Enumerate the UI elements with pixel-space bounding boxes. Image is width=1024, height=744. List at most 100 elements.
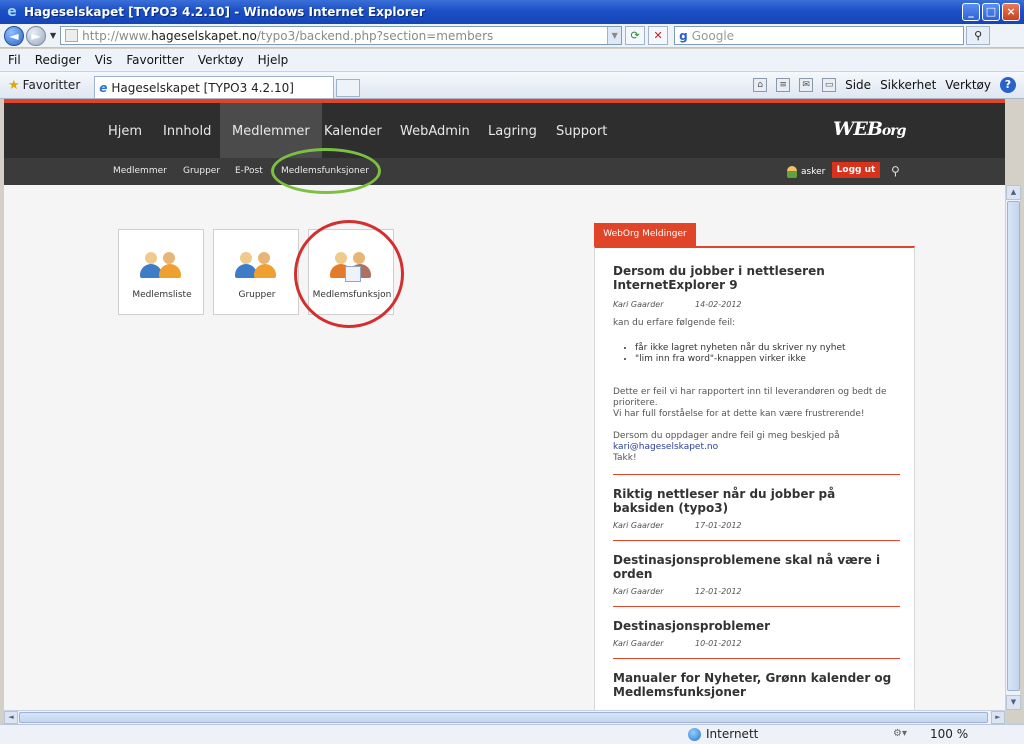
tile-grupper[interactable]: Grupper <box>213 229 299 315</box>
menu-bar: Fil Rediger Vis Favoritter Verktøy Hjelp <box>0 49 1024 71</box>
protected-mode-icon[interactable]: ⚙▾ <box>893 728 907 739</box>
message-para: Dette er feil vi har rapportert inn til … <box>613 387 887 408</box>
messages-panel: Dersom du jobber i nettleseren InternetE… <box>594 246 915 710</box>
minimize-button[interactable]: _ <box>962 3 980 21</box>
menu-view[interactable]: Vis <box>95 53 113 67</box>
nav-lagring[interactable]: Lagring <box>488 103 537 158</box>
mail-icon[interactable]: ✉ <box>799 78 814 92</box>
message-date: 17-01-2012 <box>695 521 742 530</box>
menu-edit[interactable]: Rediger <box>35 53 81 67</box>
command-bar: ⌂ ≡ ✉ ▭ Side Sikkerhet Verktøy ? <box>753 77 1024 93</box>
tile-medlemsliste[interactable]: Medlemsliste <box>118 229 204 315</box>
message-item: Destinasjonsproblemer Kari Gaarder 10-01-… <box>613 619 900 648</box>
scroll-left-icon[interactable]: ◄ <box>4 711 18 724</box>
nav-innhold[interactable]: Innhold <box>163 103 211 158</box>
message-title[interactable]: Manualer for Nyheter, Grønn kalender og … <box>613 671 900 699</box>
search-input[interactable]: g Google <box>674 26 965 45</box>
maximize-button[interactable]: □ <box>982 3 1000 21</box>
message-email-link[interactable]: kari@hageselskapet.no <box>613 442 900 453</box>
logo-we: WEB <box>833 118 883 140</box>
tile-label: Medlemsliste <box>132 290 192 300</box>
messages-tab[interactable]: WebOrg Meldinger <box>594 223 696 246</box>
tab-title: Hageselskapet [TYPO3 4.2.10] <box>111 80 294 95</box>
subnav-grupper[interactable]: Grupper <box>183 158 220 185</box>
favorites-star-icon[interactable]: ★ <box>8 78 20 93</box>
browser-tab[interactable]: e Hageselskapet [TYPO3 4.2.10] <box>94 76 335 98</box>
search-placeholder: Google <box>691 28 735 43</box>
safety-menu[interactable]: Sikkerhet <box>880 78 936 92</box>
message-item: Destinasjonsproblemene skal nå være i or… <box>613 553 900 596</box>
page-menu[interactable]: Side <box>845 78 871 92</box>
page-viewport: Hjem Innhold Medlemmer Kalender WebAdmin… <box>4 99 1005 710</box>
horizontal-scrollbar[interactable]: ◄ ► <box>4 710 1005 724</box>
tools-menu[interactable]: Verktøy <box>945 78 991 92</box>
message-title[interactable]: Dersom du jobber i nettleseren InternetE… <box>613 264 900 292</box>
logout-button[interactable]: Logg ut <box>832 162 880 178</box>
scroll-right-icon[interactable]: ► <box>991 711 1005 724</box>
home-icon[interactable]: ⌂ <box>753 78 768 92</box>
message-date: 12-01-2012 <box>695 587 742 596</box>
address-dropdown-icon[interactable]: ▼ <box>607 27 622 44</box>
scroll-up-icon[interactable]: ▲ <box>1006 185 1021 200</box>
tile-label: Grupper <box>238 290 276 300</box>
new-tab-button[interactable] <box>336 79 361 97</box>
url-path: /typo3/backend.php?section=members <box>256 28 494 43</box>
message-intro: kan du erfare følgende feil: <box>613 318 736 328</box>
address-toolbar: ◄ ► ▼ http://www. hageselskapet.no/typo3/… <box>0 24 1024 48</box>
message-thanks: Takk! <box>613 453 637 463</box>
highlight-circle-red <box>294 220 404 328</box>
message-item: Manualer for Nyheter, Grønn kalender og … <box>613 671 900 699</box>
menu-file[interactable]: Fil <box>8 53 21 67</box>
message-title[interactable]: Destinasjonsproblemer <box>613 619 900 633</box>
help-icon[interactable]: ? <box>1000 77 1016 93</box>
message-author: Kari Gaarder <box>613 300 664 309</box>
message-para: Dersom du oppdager andre feil gi meg bes… <box>613 431 840 441</box>
message-title[interactable]: Destinasjonsproblemene skal nå være i or… <box>613 553 900 581</box>
message-date: 14-02-2012 <box>695 300 742 309</box>
favorites-bar: ★ Favoritter e Hageselskapet [TYPO3 4.2.… <box>0 71 1024 99</box>
message-separator <box>613 658 900 659</box>
url-prefix: http://www. <box>82 28 152 43</box>
nav-webadmin[interactable]: WebAdmin <box>400 103 470 158</box>
globe-icon <box>688 727 701 741</box>
weborg-logo[interactable]: WEBorg <box>833 118 906 140</box>
highlight-circle-green <box>271 148 381 194</box>
message-title[interactable]: Riktig nettleser når du jobber på baksid… <box>613 487 900 515</box>
message-bullet: "lim inn fra word"-knappen virker ikke <box>635 354 900 365</box>
message-author: Kari Gaarder <box>613 521 664 530</box>
main-navigation: Hjem Innhold Medlemmer Kalender WebAdmin… <box>4 103 1005 158</box>
subnav-epost[interactable]: E-Post <box>235 158 263 185</box>
hscroll-thumb[interactable] <box>19 712 988 723</box>
user-icon <box>787 166 797 178</box>
address-input[interactable]: http://www. hageselskapet.no/typo3/backen… <box>60 26 623 45</box>
current-user: asker <box>787 166 825 178</box>
feeds-icon[interactable]: ≡ <box>776 78 791 92</box>
zoom-level[interactable]: 100 % <box>930 727 968 741</box>
url-host: hageselskapet.no <box>151 28 257 43</box>
message-author: Kari Gaarder <box>613 587 664 596</box>
message-separator <box>613 540 900 541</box>
page-favicon <box>65 29 79 42</box>
menu-help[interactable]: Hjelp <box>258 53 289 67</box>
security-zone: Internett <box>688 727 758 741</box>
menu-tools[interactable]: Verktøy <box>198 53 244 67</box>
nav-hjem[interactable]: Hjem <box>108 103 142 158</box>
search-icon[interactable]: ⚲ <box>966 26 991 45</box>
back-icon[interactable]: ◄ <box>4 25 24 46</box>
vertical-scrollbar[interactable]: ▲ ▼ <box>1005 185 1021 710</box>
favorites-button[interactable]: Favoritter <box>23 78 81 92</box>
nav-support[interactable]: Support <box>556 103 607 158</box>
message-item: Riktig nettleser når du jobber på baksid… <box>613 487 900 530</box>
subnav-medlemmer[interactable]: Medlemmer <box>113 158 167 185</box>
forward-icon[interactable]: ► <box>26 25 46 46</box>
refresh-icon[interactable]: ⟳ <box>625 26 646 45</box>
scroll-thumb[interactable] <box>1007 201 1020 691</box>
ie-icon: e <box>7 4 17 20</box>
scroll-down-icon[interactable]: ▼ <box>1006 695 1021 710</box>
close-window-button[interactable]: × <box>1002 3 1020 21</box>
history-dropdown-icon[interactable]: ▼ <box>50 31 56 40</box>
print-icon[interactable]: ▭ <box>822 78 837 92</box>
site-search-icon[interactable]: ⚲ <box>891 164 900 178</box>
menu-favorites[interactable]: Favoritter <box>126 53 184 67</box>
stop-icon[interactable]: ✕ <box>648 26 669 45</box>
